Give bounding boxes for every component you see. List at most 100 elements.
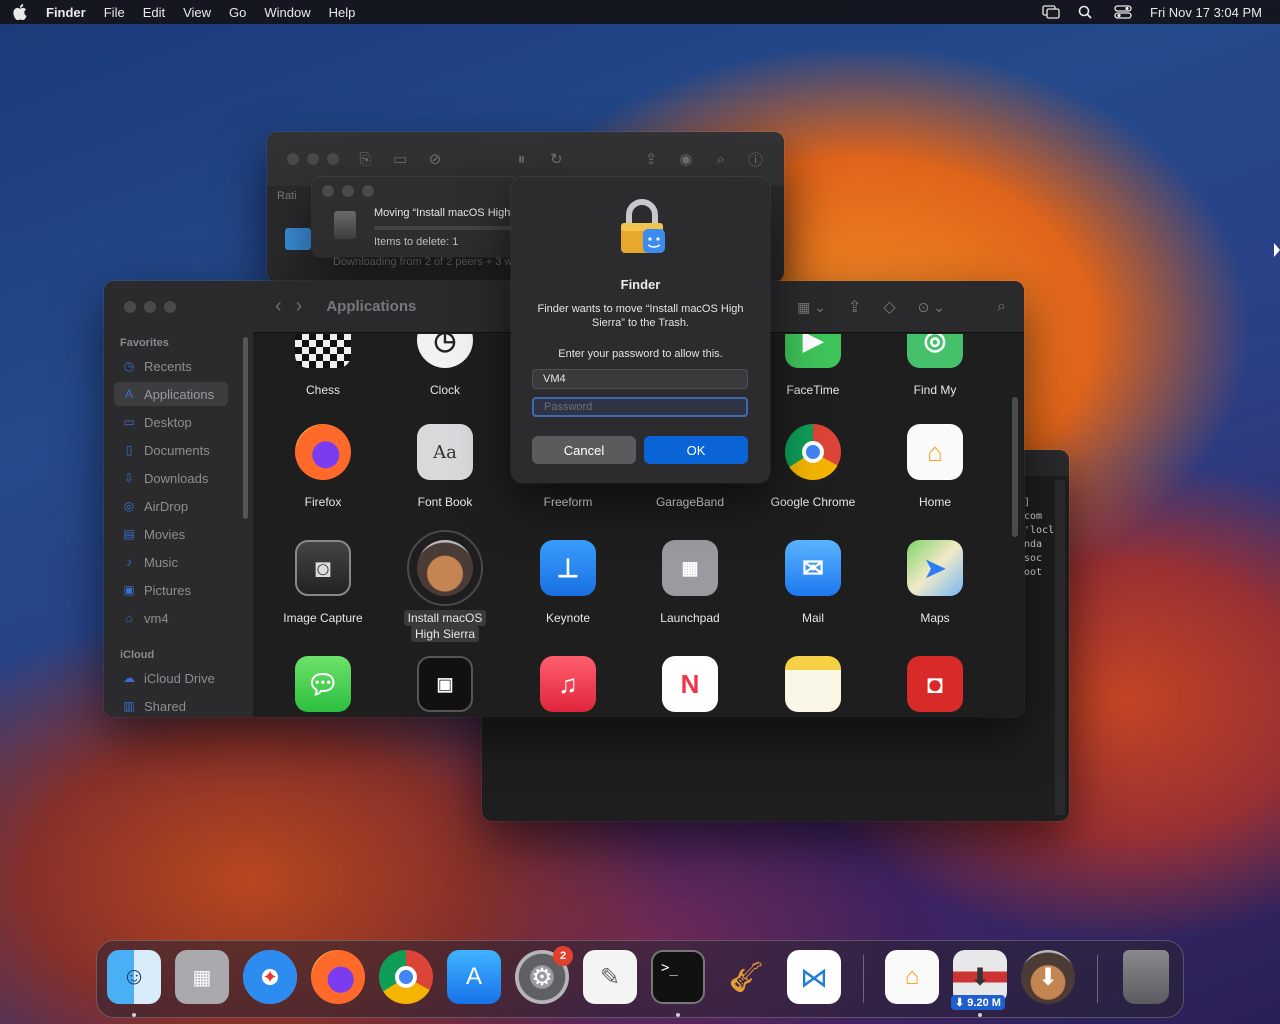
sidebar-scrollbar[interactable]: [243, 337, 248, 519]
dock-textedit[interactable]: ✎: [583, 950, 637, 1004]
password-field[interactable]: [532, 397, 748, 417]
content-scrollbar[interactable]: [1012, 397, 1018, 537]
forward-button[interactable]: ›: [296, 295, 303, 318]
window-controls[interactable]: [287, 153, 339, 165]
menu-clock[interactable]: Fri Nov 17 3:04 PM: [1150, 5, 1262, 20]
search-icon[interactable]: ⌕: [712, 150, 729, 168]
menu-window[interactable]: Window: [264, 5, 310, 20]
app-mail[interactable]: ✉ Mail: [753, 540, 873, 626]
app-photo-booth[interactable]: ◘: [875, 656, 995, 712]
dock-trash[interactable]: [1123, 950, 1169, 1004]
back-button[interactable]: ‹: [275, 295, 282, 318]
sidebar-item-desktop[interactable]: ▭ Desktop: [114, 410, 228, 434]
dock-garageband[interactable]: 🎸︎: [719, 950, 773, 1004]
running-indicator: [978, 1013, 982, 1017]
tag-icon[interactable]: ◇: [883, 297, 895, 317]
dock-chrome[interactable]: [379, 950, 433, 1004]
dock-terminal[interactable]: >_: [651, 950, 705, 1004]
pause-icon[interactable]: ⏸: [513, 150, 530, 168]
app-keynote[interactable]: ⊥ Keynote: [508, 540, 628, 626]
dock-transmission[interactable]: ⬇ ⬇ 9.20 M: [951, 950, 1007, 1010]
app-facetime[interactable]: ▶ FaceTime: [753, 334, 873, 398]
app-news[interactable]: N: [630, 656, 750, 712]
control-center-icon[interactable]: [1114, 5, 1132, 19]
dock-finder[interactable]: ☺: [107, 950, 161, 1004]
quicklook-icon[interactable]: ◉: [678, 150, 695, 168]
app-findmy[interactable]: ◎ Find My: [875, 334, 995, 398]
search-icon[interactable]: ⌕: [997, 298, 1006, 316]
action-menu-icon[interactable]: ⊙ ⌄: [918, 299, 945, 316]
app-google-chrome[interactable]: Google Chrome: [753, 424, 873, 510]
resume-icon[interactable]: ↻: [548, 150, 565, 168]
chrome-icon: [785, 424, 841, 480]
progress-window-controls[interactable]: [322, 185, 374, 197]
menu-edit[interactable]: Edit: [143, 5, 165, 20]
share-icon[interactable]: ⇪: [643, 150, 660, 168]
app-install-macos-high-sierra[interactable]: Install macOS High Sierra: [385, 530, 505, 642]
sidebar-item-shared[interactable]: ▥ Shared: [114, 694, 228, 717]
app-image-capture[interactable]: ◙ Image Capture: [263, 540, 383, 626]
app-mission-control[interactable]: ▣: [385, 656, 505, 712]
menu-go[interactable]: Go: [229, 5, 246, 20]
terminal-line: soc: [1024, 553, 1043, 564]
dock-install-macos[interactable]: ⬇: [1021, 950, 1075, 1004]
app-chess[interactable]: Chess: [263, 334, 383, 398]
dock-vscode[interactable]: ⋈: [787, 950, 841, 1004]
dock-app-store[interactable]: A: [447, 950, 501, 1004]
app-notes[interactable]: [753, 656, 873, 712]
sidebar-item-recents[interactable]: ◷ Recents: [114, 354, 228, 378]
menu-app-name[interactable]: Finder: [46, 5, 86, 20]
trash-icon: [334, 211, 356, 239]
sidebar-item-documents[interactable]: ▯ Documents: [114, 438, 228, 462]
sidebar-item-airdrop[interactable]: ◎ AirDrop: [114, 494, 228, 518]
dock-launchpad[interactable]: ▦: [175, 950, 229, 1004]
menu-help[interactable]: Help: [329, 5, 356, 20]
sidebar-item-music[interactable]: ♪ Music: [114, 550, 228, 574]
ok-button[interactable]: OK: [644, 436, 748, 464]
app-clock[interactable]: ◷ Clock: [385, 334, 505, 398]
folder-icon[interactable]: ▭: [392, 150, 409, 168]
vscode-icon: ⋈: [800, 961, 828, 993]
apple-menu-icon[interactable]: [12, 4, 28, 20]
app-label-line1: Install macOS: [403, 610, 487, 626]
running-indicator: [132, 1013, 136, 1017]
terminal-scrollbar[interactable]: [1055, 480, 1065, 815]
app-messages[interactable]: 💬︎: [263, 656, 383, 712]
sidebar-item-movies[interactable]: ▤ Movies: [114, 522, 228, 546]
sidebar-item-applications[interactable]: A Applications: [114, 382, 228, 406]
screen-mirroring-icon[interactable]: [1042, 5, 1060, 19]
sidebar-item-downloads[interactable]: ⇩ Downloads: [114, 466, 228, 490]
sidebar-item-icloud-drive[interactable]: ☁ iCloud Drive: [114, 666, 228, 690]
dock-home[interactable]: ⌂: [885, 950, 939, 1004]
fontbook-icon: Aa: [417, 424, 473, 480]
sidebar-item-pictures[interactable]: ▣ Pictures: [114, 578, 228, 602]
dock-firefox[interactable]: [311, 950, 365, 1004]
app-home[interactable]: ⌂ Home: [875, 424, 995, 510]
menu-view[interactable]: View: [183, 5, 211, 20]
create-torrent-icon[interactable]: ⎘: [357, 150, 374, 168]
terminal-line: oot: [1024, 567, 1043, 578]
menu-file[interactable]: File: [104, 5, 125, 20]
sidebar-item-vm4[interactable]: ⌂ vm4: [114, 606, 228, 630]
app-maps[interactable]: ➤ Maps: [875, 540, 995, 626]
share-icon[interactable]: ⇪: [848, 297, 861, 317]
app-firefox[interactable]: Firefox: [263, 424, 383, 510]
dock-safari[interactable]: ✦: [243, 950, 297, 1004]
cancel-button[interactable]: Cancel: [532, 436, 636, 464]
app-music[interactable]: ♫: [508, 656, 628, 712]
remove-icon[interactable]: ⊘: [427, 150, 444, 168]
pictures-icon: ▣: [123, 583, 135, 597]
finder-face-icon: ☺: [121, 963, 147, 990]
finder-window-controls[interactable]: [124, 301, 176, 313]
dock-system-settings[interactable]: ⚙ 2: [515, 946, 573, 1004]
terminal-line: nda: [1024, 539, 1043, 550]
username-field[interactable]: [532, 369, 748, 389]
info-icon[interactable]: ⓘ: [747, 150, 764, 169]
firefox-icon: [295, 424, 351, 480]
spotlight-search-icon[interactable]: [1078, 5, 1096, 19]
finder-title: Applications: [326, 298, 417, 315]
app-launchpad[interactable]: ▦ Launchpad: [630, 540, 750, 626]
app-label: Home: [918, 495, 951, 509]
view-options-icon[interactable]: ▦ ⌄: [797, 299, 826, 316]
app-fontbook[interactable]: Aa Font Book: [385, 424, 505, 510]
